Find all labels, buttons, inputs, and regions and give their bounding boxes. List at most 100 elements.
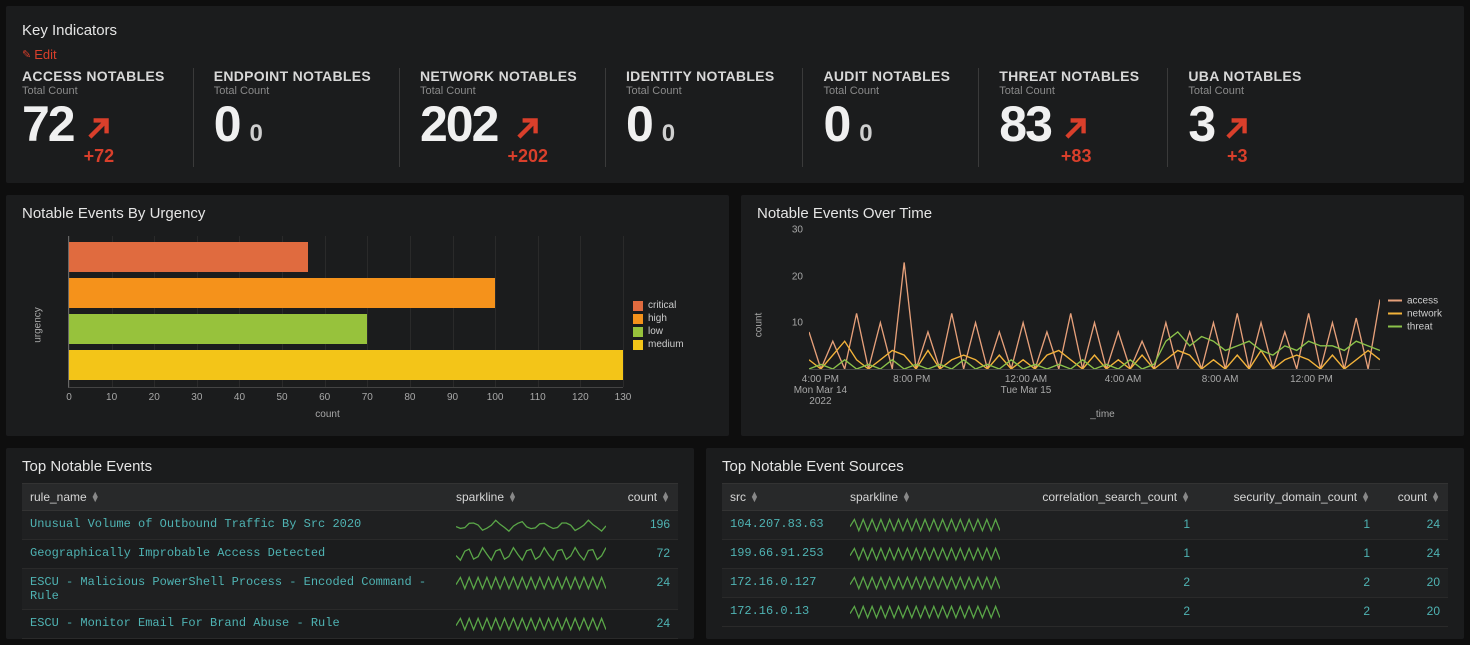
col-sparkline[interactable]: sparkline ▲▼ [448, 484, 608, 510]
key-indicators-panel: Key Indicators ✎ Edit ACCESS NOTABLESTot… [6, 6, 1464, 183]
indicator-title: ENDPOINT NOTABLES [214, 68, 371, 84]
x-tick: 120 [572, 392, 589, 403]
indicator-delta: +83 [1061, 115, 1092, 167]
indicator[interactable]: ENDPOINT NOTABLESTotal Count00 [214, 68, 400, 167]
legend-item[interactable]: critical [633, 300, 713, 311]
x-tick: 100 [487, 392, 504, 403]
sparkline-cell [448, 610, 608, 638]
legend-item[interactable]: low [633, 326, 713, 337]
sort-icon: ▲▼ [91, 492, 100, 503]
indicator[interactable]: UBA NOTABLESTotal Count3+3 [1188, 68, 1329, 167]
bar-low[interactable] [69, 314, 367, 344]
indicator[interactable]: ACCESS NOTABLESTotal Count72+72 [22, 68, 194, 167]
legend-item[interactable]: medium [633, 339, 713, 350]
table-row[interactable]: ESCU - Monitor Email For Brand Abuse - R… [22, 610, 678, 639]
x-tick: 4:00 PM Mon Mar 14 2022 [794, 374, 847, 407]
table-row[interactable]: ESCU - Malicious PowerShell Process - En… [22, 569, 678, 610]
arrow-up-right-icon [515, 115, 541, 141]
src-cell[interactable]: 104.207.83.63 [722, 511, 842, 539]
x-tick: 80 [404, 392, 415, 403]
bar-high[interactable] [69, 278, 495, 308]
sort-icon: ▲▼ [750, 492, 759, 503]
sparkline-cell [842, 569, 1008, 597]
rule-name-cell[interactable]: Geographically Improbable Access Detecte… [22, 540, 448, 568]
sdc-cell: 2 [1198, 569, 1378, 597]
legend-line [1388, 300, 1402, 302]
pencil-icon: ✎ [22, 48, 31, 61]
y-tick: 10 [792, 318, 803, 329]
table-row[interactable]: 104.207.83.631124 [722, 511, 1448, 540]
table-row[interactable]: Geographically Improbable Access Detecte… [22, 540, 678, 569]
legend-line [1388, 326, 1402, 328]
rule-name-cell[interactable]: Unusual Volume of Outbound Traffic By Sr… [22, 511, 448, 539]
top-sources-title: Top Notable Event Sources [722, 458, 1448, 475]
arrow-up-right-icon [1224, 115, 1250, 141]
src-cell[interactable]: 172.16.0.127 [722, 569, 842, 597]
count-cell: 196 [608, 511, 678, 539]
indicator-delta: +72 [84, 115, 115, 167]
urgency-chart[interactable]: urgency 0102030405060708090100110120130 … [22, 230, 633, 420]
csc-cell: 1 [1008, 540, 1198, 568]
table-row[interactable]: 172.16.0.1272220 [722, 569, 1448, 598]
bar-medium[interactable] [69, 350, 623, 380]
indicator-delta: 0 [250, 120, 263, 148]
legend-item[interactable]: network [1388, 308, 1448, 319]
overtime-panel: Notable Events Over Time count 102030 4:… [741, 195, 1464, 436]
legend-item[interactable]: threat [1388, 321, 1448, 332]
x-tick: 0 [66, 392, 72, 403]
sdc-cell: 1 [1198, 511, 1378, 539]
legend-item[interactable]: access [1388, 295, 1448, 306]
overtime-legend: access network threat [1388, 295, 1448, 332]
x-tick: 12:00 AM Tue Mar 15 [1001, 374, 1052, 396]
indicator-value: 83 [999, 99, 1051, 149]
urgency-ylabel: urgency [33, 307, 44, 343]
col-count[interactable]: count ▲▼ [1378, 484, 1448, 510]
x-tick: 130 [615, 392, 632, 403]
indicator-value: 3 [1188, 99, 1214, 149]
y-tick: 30 [792, 225, 803, 236]
col-rule-name[interactable]: rule_name ▲▼ [22, 484, 448, 510]
edit-link[interactable]: ✎ Edit [22, 47, 57, 62]
col-sdc[interactable]: security_domain_count ▲▼ [1198, 484, 1378, 510]
col-src[interactable]: src ▲▼ [722, 484, 842, 510]
rule-name-cell[interactable]: ESCU - Monitor Email For Brand Abuse - R… [22, 610, 448, 638]
arrow-up-right-icon [1063, 115, 1089, 141]
x-tick: 8:00 PM [893, 374, 930, 385]
legend-label: network [1407, 308, 1442, 319]
indicator[interactable]: AUDIT NOTABLESTotal Count00 [823, 68, 979, 167]
indicator[interactable]: IDENTITY NOTABLESTotal Count00 [626, 68, 803, 167]
sort-icon: ▲▼ [1181, 492, 1190, 503]
legend-label: low [648, 326, 663, 337]
col-csc[interactable]: correlation_search_count ▲▼ [1008, 484, 1198, 510]
col-sparkline[interactable]: sparkline ▲▼ [842, 484, 1008, 510]
indicator[interactable]: THREAT NOTABLESTotal Count83+83 [999, 68, 1168, 167]
urgency-xlabel: count [22, 409, 633, 420]
indicator-title: THREAT NOTABLES [999, 68, 1139, 84]
table-row[interactable]: Unusual Volume of Outbound Traffic By Sr… [22, 511, 678, 540]
sort-icon: ▲▼ [661, 492, 670, 503]
sort-icon: ▲▼ [1361, 492, 1370, 503]
legend-item[interactable]: high [633, 313, 713, 324]
src-cell[interactable]: 172.16.0.13 [722, 598, 842, 626]
sparkline-cell [448, 540, 608, 568]
indicator-value: 72 [22, 99, 74, 149]
table-row[interactable]: 172.16.0.132220 [722, 598, 1448, 627]
indicator-delta: +202 [507, 115, 548, 167]
overtime-chart[interactable]: count 102030 4:00 PM Mon Mar 14 20228:00… [757, 230, 1448, 420]
series-access[interactable] [809, 262, 1380, 369]
indicator-title: AUDIT NOTABLES [823, 68, 950, 84]
legend-swatch [633, 340, 643, 350]
table-row[interactable]: 199.66.91.2531124 [722, 540, 1448, 569]
urgency-title: Notable Events By Urgency [22, 205, 713, 222]
top-sources-panel: Top Notable Event Sources src ▲▼ sparkli… [706, 448, 1464, 639]
overtime-title: Notable Events Over Time [757, 205, 1448, 222]
legend-label: threat [1407, 321, 1433, 332]
csc-cell: 1 [1008, 511, 1198, 539]
sparkline [850, 604, 1000, 620]
col-count[interactable]: count ▲▼ [608, 484, 678, 510]
rule-name-cell[interactable]: ESCU - Malicious PowerShell Process - En… [22, 569, 448, 609]
indicator[interactable]: NETWORK NOTABLESTotal Count202+202 [420, 68, 606, 167]
indicator-title: UBA NOTABLES [1188, 68, 1301, 84]
bar-critical[interactable] [69, 242, 308, 272]
src-cell[interactable]: 199.66.91.253 [722, 540, 842, 568]
